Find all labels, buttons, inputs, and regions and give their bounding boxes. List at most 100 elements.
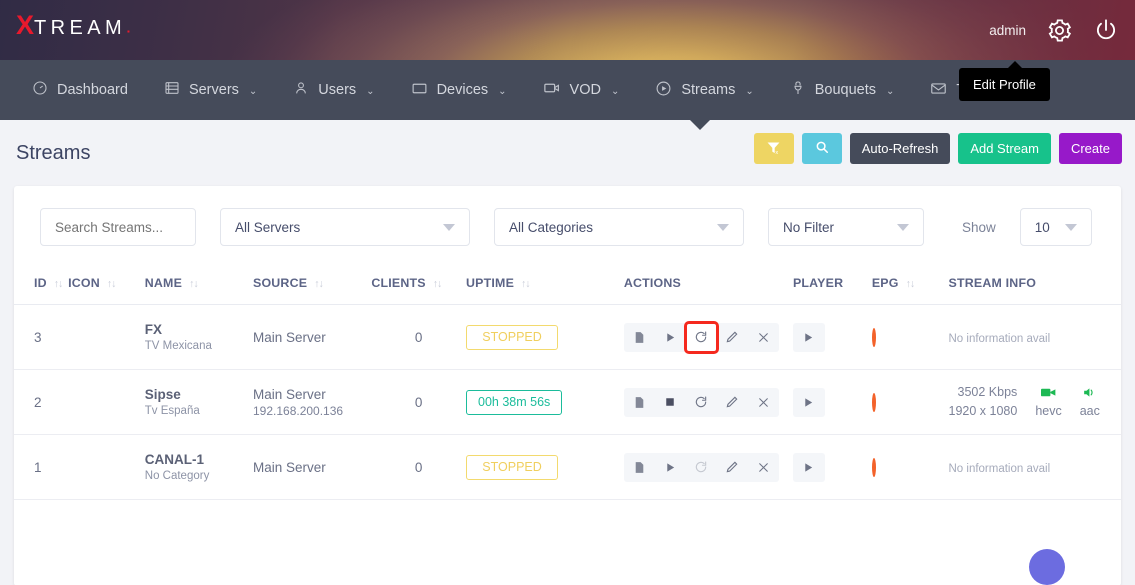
action-delete-button[interactable]: [748, 388, 779, 417]
player-play-button[interactable]: [793, 323, 825, 352]
users-icon: [293, 80, 309, 100]
nav-item-streams[interactable]: Streams ⌄: [637, 60, 771, 120]
filter-select-value: No Filter: [783, 220, 834, 235]
add-stream-button[interactable]: Add Stream: [958, 133, 1051, 164]
chevron-down-icon: [443, 224, 455, 231]
nav-label: Users: [318, 82, 356, 98]
search-input[interactable]: [40, 208, 196, 246]
servers-select-value: All Servers: [235, 220, 300, 235]
column-header-clients[interactable]: CLIENTS↑↓: [371, 260, 466, 305]
stream-info-empty: No information avail: [949, 463, 1051, 475]
action-play-button[interactable]: [655, 453, 686, 482]
bouquets-icon: [790, 80, 806, 100]
admin-username[interactable]: admin: [989, 23, 1026, 38]
nav-item-users[interactable]: Users ⌄: [275, 60, 392, 120]
action-restart-button[interactable]: [686, 388, 717, 417]
filter-clear-button[interactable]: x: [754, 133, 794, 164]
streams-card: All Servers All Categories No Filter Sho…: [14, 186, 1121, 585]
power-icon[interactable]: [1093, 17, 1119, 43]
gear-icon[interactable]: [1046, 17, 1073, 44]
cell-name: Sipse Tv España: [145, 370, 253, 435]
servers-select[interactable]: All Servers: [220, 208, 470, 246]
stream-name: CANAL-1: [145, 452, 253, 467]
stream-name: FX: [145, 322, 253, 337]
action-stop-button[interactable]: [655, 388, 686, 417]
column-header-epg[interactable]: EPG↑↓: [872, 260, 949, 305]
action-file-button[interactable]: [624, 453, 655, 482]
nav-item-vod[interactable]: VOD ⌄: [525, 60, 638, 120]
filters-row: All Servers All Categories No Filter Sho…: [14, 186, 1121, 260]
column-header-id[interactable]: ID ↑↓: [14, 260, 68, 305]
action-restart-button[interactable]: [686, 323, 717, 352]
column-header-actions: ACTIONS: [624, 260, 793, 305]
action-file-button[interactable]: [624, 323, 655, 352]
help-fab-button[interactable]: [1029, 549, 1065, 585]
action-edit-button[interactable]: [717, 323, 748, 352]
logo-trademark: ▪: [127, 27, 130, 36]
cell-epg: [872, 370, 949, 435]
page-size-select[interactable]: 10: [1020, 208, 1092, 246]
stream-category: TV Mexicana: [145, 340, 253, 352]
cell-name: CANAL-1 No Category: [145, 435, 253, 500]
chevron-down-icon: ⌄: [366, 86, 374, 97]
column-label: NAME: [145, 276, 182, 290]
action-delete-button[interactable]: [748, 453, 779, 482]
table-header-row: ID ↑↓ ICON↑↓ NAME ↑↓ SOURCE↑↓ CLIENTS↑↓ UP…: [14, 260, 1121, 305]
auto-refresh-button[interactable]: Auto-Refresh: [850, 133, 951, 164]
epg-circle-icon[interactable]: [872, 328, 876, 347]
cell-clients: 0: [371, 370, 466, 435]
column-label: UPTIME: [466, 276, 514, 290]
cell-actions: [624, 435, 793, 500]
action-edit-button[interactable]: [717, 388, 748, 417]
column-header-source[interactable]: SOURCE↑↓: [253, 260, 371, 305]
stream-resolution: 1920 x 1080: [949, 402, 1018, 421]
action-restart-button[interactable]: [686, 453, 717, 482]
search-button[interactable]: [802, 133, 842, 164]
chevron-down-icon: ⌄: [886, 86, 894, 97]
cell-player: [793, 305, 872, 370]
page-header: Streams x Auto-Refresh Add Stream Create: [0, 120, 1135, 186]
cell-icon: [68, 370, 145, 435]
action-file-button[interactable]: [624, 388, 655, 417]
column-header-uptime[interactable]: UPTIME↑↓: [466, 260, 624, 305]
stream-bitrate-resolution: 3502 Kbps 1920 x 1080: [949, 383, 1018, 422]
stream-info: 3502 Kbps 1920 x 1080 hevc aac: [949, 383, 1122, 422]
player-play-button[interactable]: [793, 388, 825, 417]
column-label: PLAYER: [793, 276, 843, 290]
column-header-player: PLAYER: [793, 260, 872, 305]
logo-x: X: [16, 12, 34, 39]
source-ip: 192.168.200.136: [253, 404, 371, 418]
nav-item-bouquets[interactable]: Bouquets ⌄: [772, 60, 913, 120]
categories-select[interactable]: All Categories: [494, 208, 744, 246]
column-header-icon[interactable]: ICON↑↓: [68, 260, 145, 305]
nav-item-servers[interactable]: Servers ⌄: [146, 60, 275, 120]
nav-item-devices[interactable]: Devices ⌄: [393, 60, 525, 120]
player-play-button[interactable]: [793, 453, 825, 482]
categories-select-value: All Categories: [509, 220, 593, 235]
nav-label: Bouquets: [815, 82, 876, 98]
action-delete-button[interactable]: [748, 323, 779, 352]
create-button[interactable]: Create: [1059, 133, 1122, 164]
epg-circle-icon[interactable]: [872, 393, 876, 412]
nav-item-dashboard[interactable]: Dashboard: [14, 60, 146, 120]
chevron-down-icon: [897, 224, 909, 231]
column-label: ID: [34, 276, 47, 290]
nav-label: VOD: [570, 82, 601, 98]
epg-circle-icon[interactable]: [872, 458, 876, 477]
action-button-group: [624, 388, 779, 417]
sort-icon: ↑↓: [906, 278, 915, 290]
xtream-logo[interactable]: XTREAM▪: [16, 12, 130, 39]
sort-icon: ↑↓: [54, 278, 63, 290]
cell-actions: [624, 370, 793, 435]
column-header-name[interactable]: NAME ↑↓: [145, 260, 253, 305]
nav-label: Servers: [189, 82, 239, 98]
status-badge: 00h 38m 56s: [466, 390, 562, 415]
sort-icon: ↑↓: [189, 278, 198, 290]
action-play-button[interactable]: [655, 323, 686, 352]
action-edit-button[interactable]: [717, 453, 748, 482]
table-body: 3 FX TV Mexicana Main Server 0 STOPPED N…: [14, 305, 1121, 500]
stream-category: Tv España: [145, 405, 253, 417]
filter-select[interactable]: No Filter: [768, 208, 924, 246]
page-size-value: 10: [1035, 220, 1050, 235]
video-camera-icon: [1035, 387, 1061, 401]
